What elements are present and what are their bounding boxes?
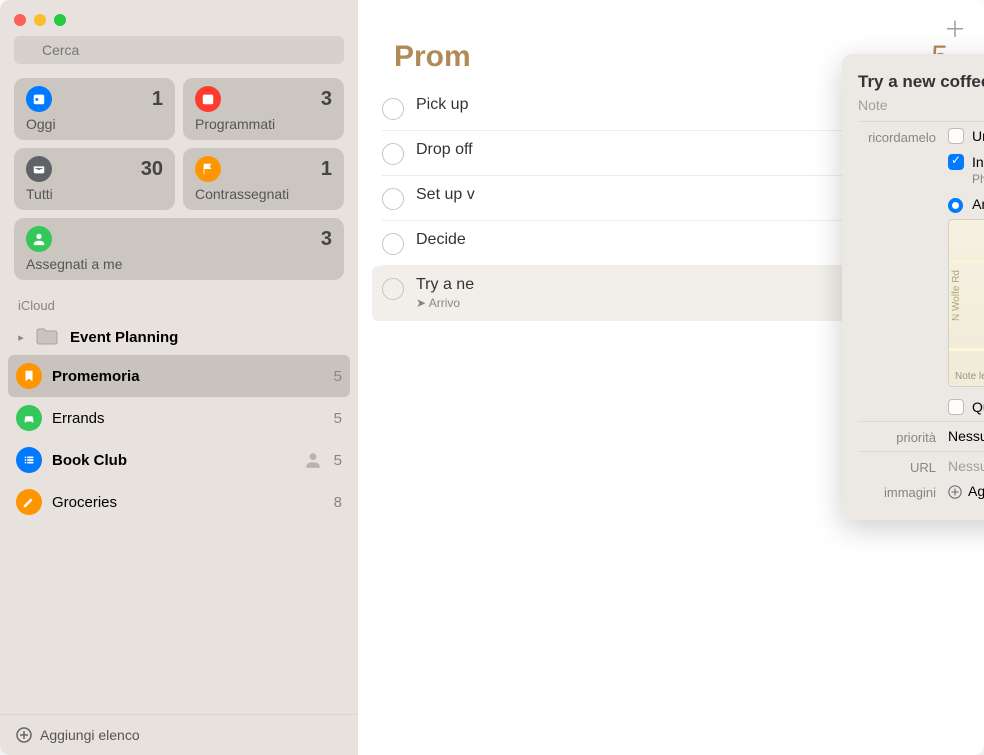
url-label: URL (858, 458, 936, 475)
notes-field[interactable]: Note (858, 97, 984, 113)
count: 1 (152, 88, 163, 111)
images-label: immagini (858, 483, 936, 500)
smart-scheduled[interactable]: 3 Programmati (183, 78, 344, 140)
list-name: Groceries (52, 494, 324, 511)
app-window: 1 Oggi 3 Programmati 30 Tutti (0, 0, 984, 755)
list-promemoria[interactable]: Promemoria 5 (8, 355, 350, 397)
minimize-window-button[interactable] (34, 14, 46, 26)
arrival-radio[interactable] (948, 198, 963, 213)
page-title: Prom (394, 40, 471, 74)
count: 30 (141, 158, 163, 181)
sidebar: 1 Oggi 3 Programmati 30 Tutti (0, 0, 358, 755)
window-controls (0, 0, 358, 36)
add-list-label: Aggiungi elenco (40, 727, 140, 743)
priority-dropdown[interactable]: Nessuna (948, 428, 984, 444)
label: Assegnati a me (26, 256, 332, 272)
label: Contrassegnati (195, 186, 332, 202)
on-day-checkbox[interactable] (948, 128, 964, 144)
complete-toggle[interactable] (382, 143, 404, 165)
detail-inspector: Try a new coffee Note ricordamelo Un gio… (842, 54, 984, 520)
url-field[interactable]: Nessuna (948, 458, 984, 474)
shared-icon (304, 451, 322, 469)
label: Oggi (26, 116, 163, 132)
plus-circle-icon (16, 727, 32, 743)
zoom-window-button[interactable] (54, 14, 66, 26)
map-legal-link[interactable]: Note legali (955, 371, 984, 382)
new-reminder-button[interactable]: ＋ (944, 12, 966, 44)
priority-label: priorità (858, 428, 936, 445)
list-container: ▸ Event Planning Promemoria 5 Errands 5 … (0, 319, 358, 714)
search-input[interactable] (14, 36, 344, 64)
count: 3 (321, 228, 332, 251)
list-bookclub[interactable]: Book Club 5 (0, 439, 358, 481)
add-list-button[interactable]: Aggiungi elenco (0, 714, 358, 755)
folder-event-planning[interactable]: ▸ Event Planning (0, 319, 358, 355)
flag-icon (195, 156, 221, 182)
label: Tutti (26, 186, 163, 202)
list-groceries[interactable]: Groceries 8 (0, 481, 358, 523)
pencil-icon (16, 489, 42, 515)
smart-assigned[interactable]: 3 Assegnati a me (14, 218, 344, 280)
when-messaging-label: Quando scrivo a qualcuno (972, 399, 984, 415)
close-window-button[interactable] (14, 14, 26, 26)
add-image-button[interactable]: Aggiungi immagine… (948, 483, 984, 499)
on-day-label: Un giorno (972, 128, 984, 144)
list-name: Event Planning (70, 329, 342, 346)
count: 3 (321, 88, 332, 111)
person-icon (26, 226, 52, 252)
location-name[interactable]: Philz Coffee (972, 172, 984, 186)
tray-icon (26, 156, 52, 182)
car-icon (16, 405, 42, 431)
inspector-title[interactable]: Try a new coffee (858, 72, 984, 92)
calendar-icon (26, 86, 52, 112)
disclosure-icon[interactable]: ▸ (16, 331, 26, 344)
list-errands[interactable]: Errands 5 (0, 397, 358, 439)
remind-label: ricordamelo (858, 128, 936, 145)
list-count: 5 (334, 368, 342, 385)
bookmark-icon (16, 363, 42, 389)
smart-flagged[interactable]: 1 Contrassegnati (183, 148, 344, 210)
when-messaging-checkbox[interactable] (948, 399, 964, 415)
smart-list-grid: 1 Oggi 3 Programmati 30 Tutti (0, 78, 358, 280)
label: Programmati (195, 116, 332, 132)
at-location-label: In un luogo (972, 154, 984, 170)
list-count: 5 (334, 410, 342, 427)
list-count: 8 (334, 494, 342, 511)
list-count: 5 (334, 452, 342, 469)
main-content: ＋ Prom 5 Pick up Drop off Set up v Decid… (358, 0, 984, 755)
list-name: Promemoria (52, 368, 324, 385)
count: 1 (321, 158, 332, 181)
folder-icon (36, 327, 60, 347)
icloud-section-header: iCloud (0, 280, 358, 319)
arrival-label: Arrivo (972, 196, 984, 212)
list-name: Errands (52, 410, 324, 427)
map-road-label: N Wolfe Rd (951, 270, 962, 321)
list-icon (16, 447, 42, 473)
complete-toggle[interactable] (382, 98, 404, 120)
plus-circle-icon (948, 485, 962, 499)
list-name: Book Club (52, 452, 294, 469)
smart-today[interactable]: 1 Oggi (14, 78, 175, 140)
at-location-checkbox[interactable] (948, 154, 964, 170)
location-map[interactable]: N Wolfe Rd Vallco Pkwy Stevens Creek Blv… (948, 219, 984, 387)
smart-all[interactable]: 30 Tutti (14, 148, 175, 210)
complete-toggle[interactable] (382, 233, 404, 255)
calendar-icon (195, 86, 221, 112)
complete-toggle[interactable] (382, 278, 404, 300)
complete-toggle[interactable] (382, 188, 404, 210)
